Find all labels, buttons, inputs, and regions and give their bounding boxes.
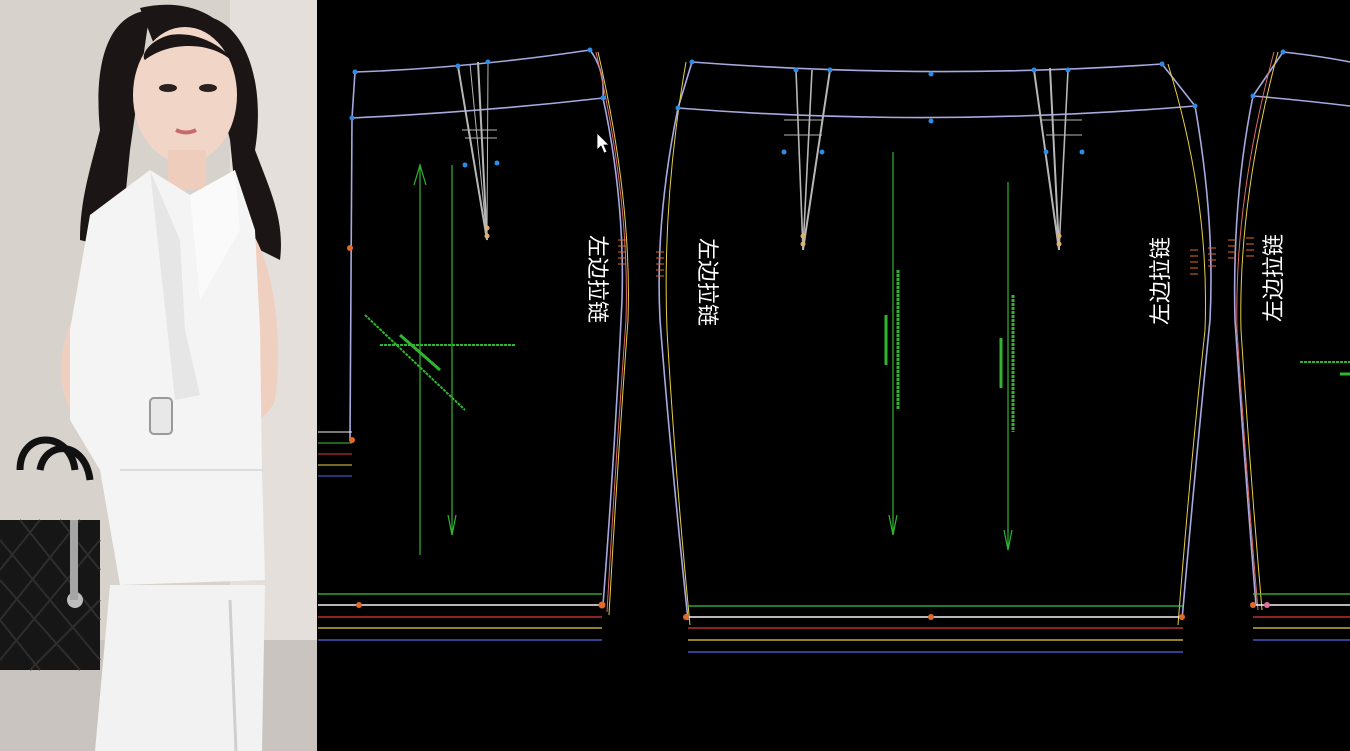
zipper-label-1: 左边拉链 <box>584 235 609 323</box>
pattern-piece-back-mirror[interactable] <box>1228 49 1350 641</box>
zipper-label-4: 左边拉链 <box>1262 234 1287 322</box>
pattern-drawing[interactable]: 左边拉链 左边拉链 左边拉链 左边拉链 <box>317 0 1350 751</box>
mouse-pointer-icon <box>596 132 610 154</box>
zipper-label-3: 左边拉链 <box>1149 237 1174 325</box>
fashion-photo <box>0 0 317 751</box>
pattern-drafting-canvas[interactable]: 左边拉链 左边拉链 左边拉链 左边拉链 <box>317 0 1350 751</box>
zipper-label-2: 左边拉链 <box>694 238 719 326</box>
reference-photo <box>0 0 317 751</box>
pattern-piece-back[interactable] <box>318 47 629 641</box>
pattern-piece-front[interactable] <box>656 59 1216 653</box>
